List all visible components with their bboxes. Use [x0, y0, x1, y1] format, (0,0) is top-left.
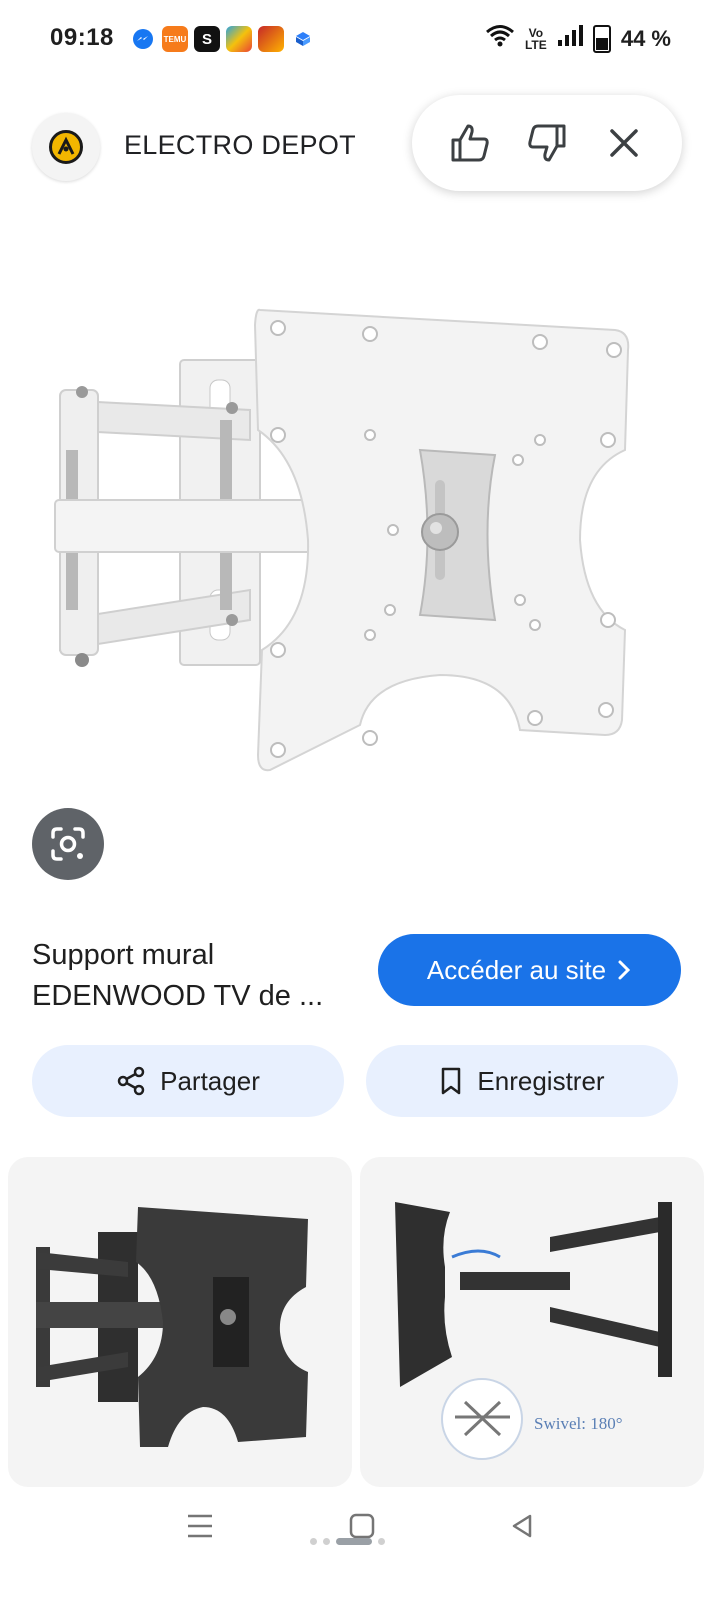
related-image-2[interactable]: Swivel: 180° [360, 1157, 704, 1487]
page-dot [323, 1538, 330, 1545]
product-image[interactable] [40, 290, 700, 790]
game-app-icon [226, 26, 252, 52]
close-button[interactable] [594, 113, 654, 173]
s-label: S [201, 30, 212, 48]
swivel-mount-image: Swivel: 180° [395, 1202, 672, 1460]
page-indicator [310, 1538, 385, 1545]
bookmark-icon [442, 1067, 461, 1095]
feedback-pill [412, 95, 682, 191]
save-button[interactable]: Enregistrer [366, 1045, 678, 1117]
close-icon [609, 129, 638, 157]
site-name[interactable]: ELECTRO DEPOT [124, 130, 356, 161]
menu-icon [188, 1514, 212, 1538]
product-title[interactable]: Support mural EDENWOOD TV de ... [32, 935, 352, 1017]
box-app-icon [290, 26, 316, 52]
battery-level: 44 % [620, 26, 671, 51]
related-image-1[interactable] [8, 1157, 352, 1487]
home-square-icon [349, 1513, 375, 1539]
game-app-2-icon [258, 26, 284, 52]
signal-icon [557, 25, 583, 53]
s-app-icon: S [194, 26, 220, 52]
thumbs-up-button[interactable] [440, 113, 500, 173]
battery-icon [592, 25, 611, 53]
visit-site-button[interactable]: Accéder au site [378, 934, 681, 1006]
swivel-caption: Swivel: 180° [534, 1414, 623, 1433]
temu-label: TEMU [163, 34, 187, 44]
site-logo[interactable] [32, 113, 100, 181]
page-dot-active [336, 1538, 372, 1545]
back-button[interactable] [492, 1506, 552, 1546]
thumbs-down-icon [528, 124, 566, 162]
lens-icon [51, 827, 85, 861]
page-dot [310, 1538, 317, 1545]
wifi-icon [485, 24, 515, 54]
page-dot [378, 1538, 385, 1545]
back-triangle-icon [512, 1514, 532, 1538]
electro-depot-logo-icon [49, 130, 83, 164]
thumbs-up-icon [451, 124, 490, 162]
system-icons: Vo LTE 44 % [485, 24, 671, 54]
notification-icons: TEMU S [130, 26, 316, 52]
recent-apps-button[interactable] [170, 1506, 230, 1546]
status-bar: 09:18 TEMU S Vo LTE 44 % [0, 0, 727, 80]
thumbs-down-button[interactable] [517, 113, 577, 173]
share-icon [117, 1066, 145, 1096]
visit-site-label: Accéder au site [426, 954, 607, 985]
share-label: Partager [160, 1065, 260, 1096]
temu-icon: TEMU [162, 26, 188, 52]
volte-label: Vo LTE [524, 26, 547, 52]
chevron-right-icon [618, 960, 631, 980]
messenger-icon [130, 26, 156, 52]
share-button[interactable]: Partager [32, 1045, 344, 1117]
black-tv-mount-image [36, 1207, 308, 1447]
clock: 09:18 [50, 24, 114, 51]
lens-search-button[interactable] [32, 808, 104, 880]
save-label: Enregistrer [477, 1065, 605, 1096]
